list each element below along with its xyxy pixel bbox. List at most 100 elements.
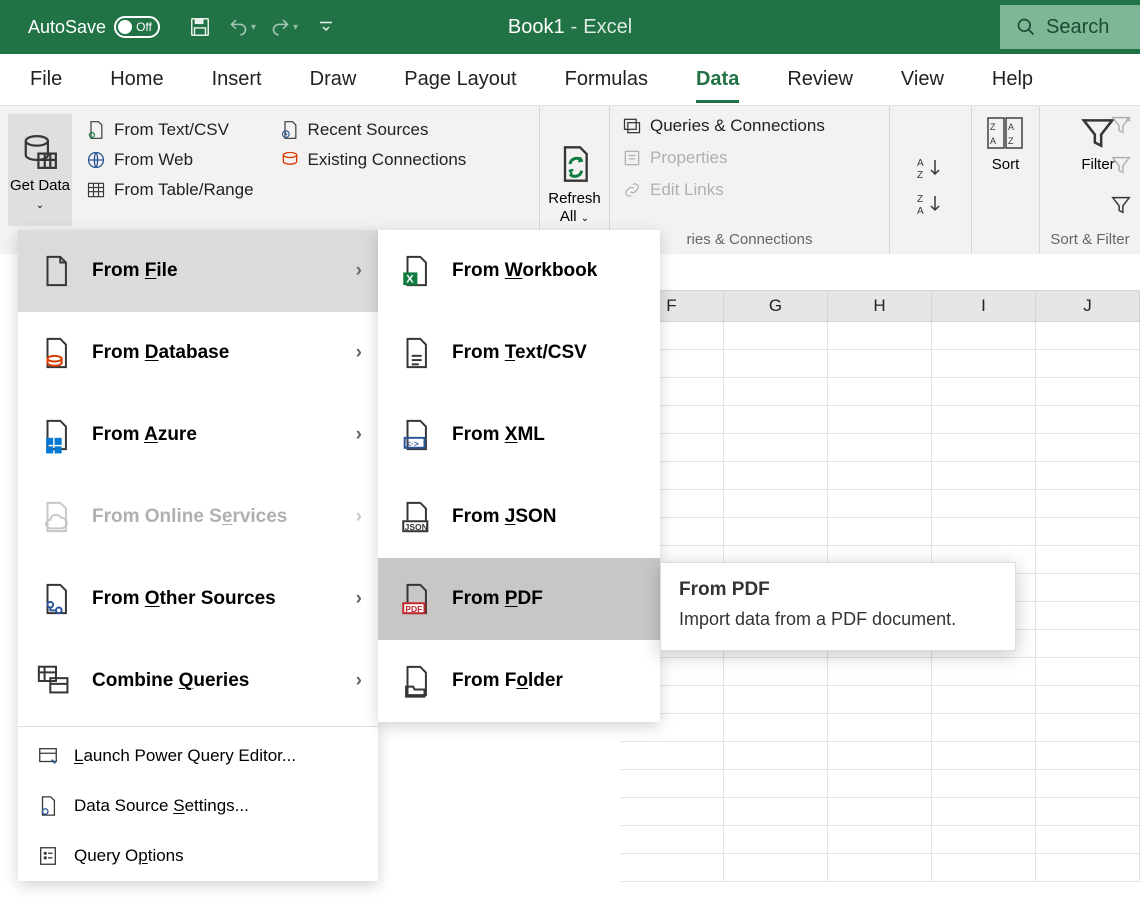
cell[interactable] xyxy=(620,770,724,798)
menu-from-azure[interactable]: From Azure › xyxy=(18,394,378,476)
from-table-range-button[interactable]: From Table/Range xyxy=(86,180,254,200)
from-text-csv-button[interactable]: From Text/CSV xyxy=(86,120,254,140)
cell[interactable] xyxy=(1036,378,1140,406)
cell[interactable] xyxy=(828,826,932,854)
submenu-from-folder[interactable]: From Folder xyxy=(378,640,660,722)
cell[interactable] xyxy=(932,658,1036,686)
cell[interactable] xyxy=(932,714,1036,742)
cell[interactable] xyxy=(724,490,828,518)
queries-connections-button[interactable]: Queries & Connections xyxy=(622,116,889,136)
search-input[interactable]: Search xyxy=(1000,5,1140,49)
cell[interactable] xyxy=(1036,518,1140,546)
menu-data-source-settings[interactable]: Data Source Settings... xyxy=(18,781,378,831)
submenu-from-pdf[interactable]: PDF From PDF xyxy=(378,558,660,640)
cell[interactable] xyxy=(932,462,1036,490)
cell[interactable] xyxy=(828,322,932,350)
cell[interactable] xyxy=(828,854,932,882)
recent-sources-button[interactable]: Recent Sources xyxy=(280,120,467,140)
cell[interactable] xyxy=(1036,490,1140,518)
menu-launch-power-query[interactable]: Launch Power Query Editor... xyxy=(18,731,378,781)
cell[interactable] xyxy=(828,742,932,770)
cell[interactable] xyxy=(724,406,828,434)
cell[interactable] xyxy=(724,854,828,882)
cell[interactable] xyxy=(828,686,932,714)
cell[interactable] xyxy=(828,518,932,546)
tab-insert[interactable]: Insert xyxy=(212,64,262,95)
cell[interactable] xyxy=(932,518,1036,546)
menu-from-other-sources[interactable]: From Other Sources › xyxy=(18,558,378,640)
reapply-icon[interactable] xyxy=(1110,154,1132,176)
cell[interactable] xyxy=(828,406,932,434)
tab-view[interactable]: View xyxy=(901,64,944,95)
refresh-all-button[interactable]: Refresh All ⌄ xyxy=(540,142,609,226)
cell[interactable] xyxy=(1036,742,1140,770)
cell[interactable] xyxy=(620,854,724,882)
cell[interactable] xyxy=(1036,406,1140,434)
cell[interactable] xyxy=(932,770,1036,798)
sort-asc-button[interactable]: AZ xyxy=(917,156,945,180)
cell[interactable] xyxy=(1036,602,1140,630)
column-header[interactable]: G xyxy=(724,290,828,322)
cell[interactable] xyxy=(828,714,932,742)
submenu-from-xml[interactable]: <·> From XML xyxy=(378,394,660,476)
column-header[interactable]: H xyxy=(828,290,932,322)
cell[interactable] xyxy=(724,798,828,826)
submenu-from-json[interactable]: JSON From JSON xyxy=(378,476,660,558)
cell[interactable] xyxy=(828,378,932,406)
cell[interactable] xyxy=(1036,854,1140,882)
cell[interactable] xyxy=(620,742,724,770)
cell[interactable] xyxy=(1036,770,1140,798)
cell[interactable] xyxy=(932,798,1036,826)
cell[interactable] xyxy=(724,378,828,406)
cell[interactable] xyxy=(932,742,1036,770)
cell[interactable] xyxy=(828,770,932,798)
column-header[interactable]: I xyxy=(932,290,1036,322)
save-button[interactable] xyxy=(186,13,214,41)
sort-button[interactable]: ZAAZ Sort xyxy=(986,114,1026,173)
menu-combine-queries[interactable]: Combine Queries › xyxy=(18,640,378,722)
cell[interactable] xyxy=(932,322,1036,350)
cell[interactable] xyxy=(828,798,932,826)
redo-button[interactable]: ▾ xyxy=(270,13,298,41)
cell[interactable] xyxy=(1036,546,1140,574)
cell[interactable] xyxy=(828,462,932,490)
cell[interactable] xyxy=(1036,350,1140,378)
tab-data[interactable]: Data xyxy=(696,64,739,95)
cell[interactable] xyxy=(932,490,1036,518)
cell[interactable] xyxy=(724,742,828,770)
cell[interactable] xyxy=(1036,630,1140,658)
autosave-toggle[interactable]: AutoSave Off xyxy=(28,16,160,38)
cell[interactable] xyxy=(620,798,724,826)
cell[interactable] xyxy=(724,518,828,546)
clear-filter-icon[interactable] xyxy=(1110,114,1132,136)
cell[interactable] xyxy=(932,826,1036,854)
sort-desc-button[interactable]: ZA xyxy=(917,192,945,216)
cell[interactable] xyxy=(724,714,828,742)
cell[interactable] xyxy=(620,826,724,854)
cell[interactable] xyxy=(724,770,828,798)
cell[interactable] xyxy=(724,686,828,714)
cell[interactable] xyxy=(1036,574,1140,602)
get-data-button[interactable]: Get Data ⌄ xyxy=(8,114,72,226)
cell[interactable] xyxy=(724,658,828,686)
cell[interactable] xyxy=(1036,714,1140,742)
cell[interactable] xyxy=(1036,798,1140,826)
cell[interactable] xyxy=(1036,322,1140,350)
tab-formulas[interactable]: Formulas xyxy=(565,64,648,95)
cell[interactable] xyxy=(932,350,1036,378)
cell[interactable] xyxy=(828,658,932,686)
tab-draw[interactable]: Draw xyxy=(310,64,357,95)
cell[interactable] xyxy=(932,434,1036,462)
cell[interactable] xyxy=(724,462,828,490)
menu-from-file[interactable]: From File › xyxy=(18,230,378,312)
customize-qat-button[interactable] xyxy=(312,13,340,41)
cell[interactable] xyxy=(1036,462,1140,490)
submenu-from-workbook[interactable]: X From Workbook xyxy=(378,230,660,312)
cell[interactable] xyxy=(828,490,932,518)
tab-page-layout[interactable]: Page Layout xyxy=(404,64,516,95)
existing-connections-button[interactable]: Existing Connections xyxy=(280,150,467,170)
advanced-icon[interactable] xyxy=(1110,194,1132,216)
cell[interactable] xyxy=(724,434,828,462)
cell[interactable] xyxy=(932,686,1036,714)
cell[interactable] xyxy=(1036,658,1140,686)
